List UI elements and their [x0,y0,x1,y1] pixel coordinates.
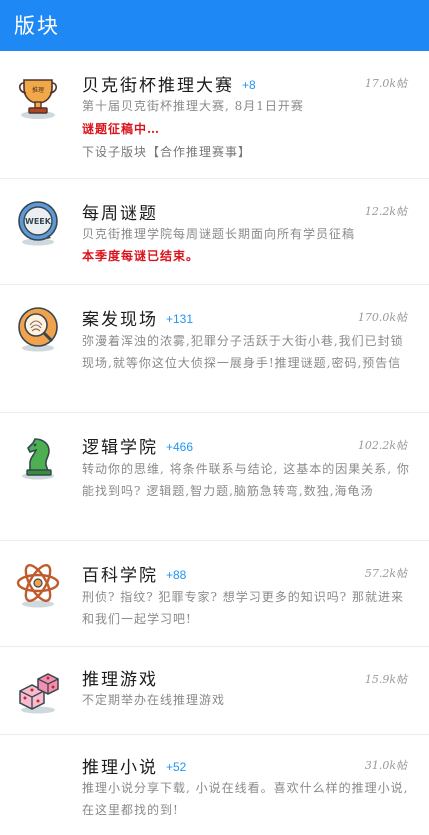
svg-text:推理: 推理 [32,86,44,94]
board-item[interactable]: 推理小说 +52 31.0k帖 推理小说分享下载, 小说在线看。喜欢什么样的推理小… [0,735,429,835]
post-count: 102.2k帖 [357,439,407,452]
app-header: 版块 [0,0,429,51]
subforum-link[interactable]: 下设子版块【合作推理赛事】 [82,143,410,161]
post-count: 12.2k帖 [364,205,407,218]
dice-icon [14,667,62,715]
board-name: 推理游戏 [82,670,158,690]
board-item[interactable]: 百科学院 +88 57.2k帖 刑侦? 指纹? 犯罪专家? 想学习更多的知识吗? … [0,541,429,647]
board-name: 推理小说 [82,758,158,778]
new-count-badge: +131 [166,312,194,326]
new-count-badge: +8 [242,78,256,92]
post-count: 170.0k帖 [357,311,407,324]
board-notice: 谜题征稿中… [82,122,161,136]
board-description: 弥漫着浑浊的浓雾,犯罪分子活跃于大街小巷,我们已封锁现场,就等你这位大侦探一展身… [82,334,404,370]
board-title[interactable]: 逻辑学院 +466 [82,433,193,458]
board-description: 刑侦? 指纹? 犯罪专家? 想学习更多的知识吗? 那就进来和我们一起学习吧! [82,590,404,626]
board-item[interactable]: WEEK 每周谜题 12.2k帖 贝克街推理学院每周谜题长期面向所有学员征稿 本… [0,179,429,285]
board-item[interactable]: 逻辑学院 +466 102.2k帖 转动你的思维, 将条件联系与结论, 这基本的因… [0,413,429,541]
board-name: 案发现场 [82,310,158,330]
week-clock-icon: WEEK [14,199,62,247]
magnifier-fingerprint-icon [14,305,62,353]
board-description: 第十届贝克街杯推理大赛, 8月1日开赛 [82,99,304,113]
trophy-icon: 推理 [14,72,62,120]
new-count-badge: +88 [166,568,187,582]
board-title[interactable]: 案发现场 +131 [82,305,193,330]
post-count: 57.2k帖 [364,567,407,580]
board-item[interactable]: 推理游戏 15.9k帖 不定期举办在线推理游戏 [0,647,429,735]
board-item[interactable]: 案发现场 +131 170.0k帖 弥漫着浑浊的浓雾,犯罪分子活跃于大街小巷,我们… [0,285,429,413]
post-count: 31.0k帖 [364,759,407,772]
board-name: 百科学院 [82,566,158,586]
board-item[interactable]: 推理 贝克街杯推理大赛 +8 17.0k帖 第十届贝克街杯推理大赛, 8月1日开赛… [0,51,429,179]
board-title[interactable]: 推理小说 +52 [82,753,186,778]
board-name: 逻辑学院 [82,438,158,458]
board-notice: 本季度每谜已结束。 [82,249,200,263]
board-description: 转动你的思维, 将条件联系与结论, 这基本的因果关系, 你能找到吗? 逻辑题,智… [82,462,410,498]
board-title[interactable]: 推理游戏 [82,665,158,690]
board-description: 推理小说分享下载, 小说在线看。喜欢什么样的推理小说, 在这里都找的到! [82,781,409,817]
new-count-badge: +466 [166,440,194,454]
page-title: 版块 [14,14,60,38]
board-name: 贝克街杯推理大赛 [82,76,234,96]
board-description: 不定期举办在线推理游戏 [82,693,226,707]
chess-knight-icon [14,433,62,481]
board-title[interactable]: 贝克街杯推理大赛 +8 [82,71,256,96]
board-name: 每周谜题 [82,204,158,224]
new-count-badge: +52 [166,760,187,774]
atom-icon [14,561,62,609]
svg-text:WEEK: WEEK [25,217,52,226]
board-title[interactable]: 每周谜题 [82,199,158,224]
post-count: 17.0k帖 [364,77,407,90]
board-title[interactable]: 百科学院 +88 [82,561,186,586]
post-count: 15.9k帖 [364,673,407,686]
board-description: 贝克街推理学院每周谜题长期面向所有学员征稿 [82,227,356,241]
